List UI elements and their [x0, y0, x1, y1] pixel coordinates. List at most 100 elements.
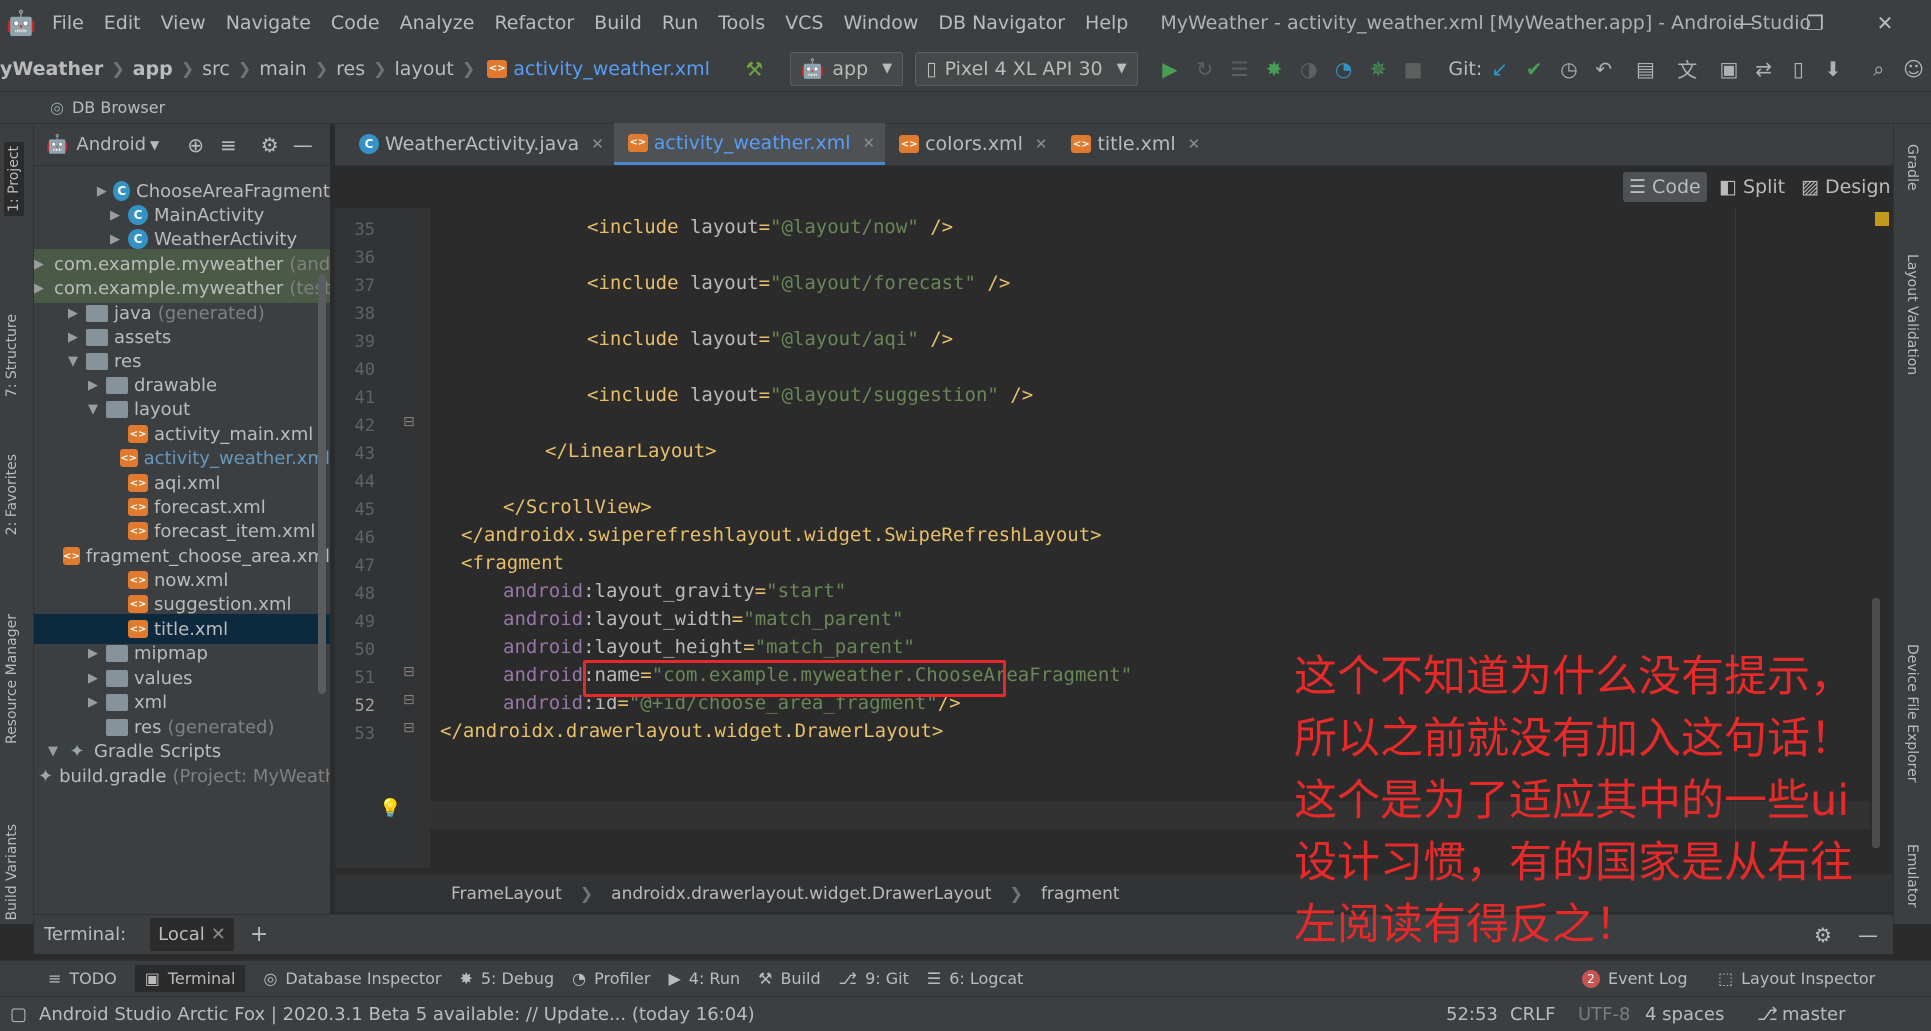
tool-tab-database-inspector[interactable]: ◎ Database Inspector	[263, 969, 441, 988]
profile-icon[interactable]: ◔	[1329, 53, 1358, 85]
minimize-button[interactable]: —	[1715, 0, 1775, 46]
git-commit-icon[interactable]: ✔	[1520, 53, 1549, 85]
expanded-arrow-icon[interactable]: ▼	[44, 744, 62, 759]
editor-tab[interactable]: <> colors.xml ✕	[885, 123, 1057, 165]
run-config-select[interactable]: 🤖 app ▼	[789, 51, 904, 86]
build-variants-tool-tab[interactable]: Build Variants	[4, 824, 20, 921]
tool-tab-terminal[interactable]: ▣ Terminal	[134, 965, 246, 992]
menu-window[interactable]: Window	[833, 12, 928, 34]
caret-position[interactable]: 52:53	[1446, 1004, 1498, 1025]
fold-icon[interactable]: ⊟	[403, 664, 415, 680]
layout-validation-tool-tab[interactable]: Layout Validation	[1904, 254, 1920, 375]
collapsed-arrow-icon[interactable]: ▶	[84, 671, 102, 686]
collapsed-arrow-icon[interactable]: ▶	[84, 646, 102, 661]
tool-tab--run[interactable]: ▶ 4: Run	[668, 969, 740, 988]
event-log-button[interactable]: 2 Event Log	[1582, 969, 1688, 988]
code-line[interactable]: <fragment	[461, 552, 564, 580]
nav-crumb[interactable]: yWeather	[0, 58, 103, 80]
code-line[interactable]: android:layout_gravity="start"	[503, 580, 846, 608]
menu-vcs[interactable]: VCS	[775, 12, 833, 34]
close-icon[interactable]: ✕	[1035, 135, 1048, 153]
line-separator[interactable]: CRLF	[1510, 1004, 1555, 1025]
close-icon[interactable]: ✕	[211, 924, 226, 945]
gear-icon[interactable]: ⚙	[261, 133, 279, 157]
user-icon[interactable]: ☺	[1899, 53, 1928, 85]
code-line[interactable]: <include layout="@layout/aqi" />	[587, 328, 953, 356]
collapsed-arrow-icon[interactable]: ▶	[106, 232, 124, 247]
coverage-icon[interactable]: ◑	[1295, 53, 1324, 85]
collapsed-arrow-icon[interactable]: ▶	[94, 184, 109, 199]
file-encoding[interactable]: UTF-8	[1578, 1004, 1630, 1025]
code-line[interactable]: </androidx.swiperefreshlayout.widget.Swi…	[461, 524, 1102, 552]
attach-debugger-icon[interactable]: ✵	[1364, 53, 1393, 85]
close-icon[interactable]: ✕	[591, 135, 604, 153]
collapsed-arrow-icon[interactable]: ▶	[106, 208, 124, 223]
nav-crumb[interactable]: layout	[395, 58, 454, 80]
menu-run[interactable]: Run	[652, 12, 708, 34]
menu-build[interactable]: Build	[584, 12, 652, 34]
add-terminal-icon[interactable]: +	[250, 922, 268, 947]
code-line[interactable]: android:layout_width="match_parent"	[503, 608, 903, 636]
project-view-select[interactable]: Android	[76, 134, 146, 155]
editor-tab[interactable]: <> title.xml ✕	[1057, 123, 1210, 165]
hide-tool-windows-icon[interactable]: ▢	[10, 1004, 27, 1025]
search-icon[interactable]: ⌕	[1864, 53, 1893, 85]
resource-manager-tool-tab[interactable]: Resource Manager	[4, 614, 20, 744]
code-line[interactable]: <include layout="@layout/now" />	[587, 216, 953, 244]
tool-tab--debug[interactable]: ✸ 5: Debug	[459, 969, 554, 988]
project-scrollbar[interactable]	[318, 274, 326, 694]
close-window-button[interactable]: ✕	[1855, 0, 1915, 46]
project-tool-tab[interactable]: 1: Project	[4, 142, 24, 216]
status-message[interactable]: Android Studio Arctic Fox | 2020.3.1 Bet…	[39, 1004, 755, 1025]
menu-analyze[interactable]: Analyze	[390, 12, 485, 34]
tool-tab-build[interactable]: ⚒ Build	[758, 969, 821, 988]
sdk-manager-icon[interactable]: ▣	[1715, 53, 1744, 85]
close-icon[interactable]: ✕	[1188, 135, 1201, 153]
collapsed-arrow-icon[interactable]: ▶	[64, 306, 82, 321]
expanded-arrow-icon[interactable]: ▼	[84, 402, 102, 417]
menu-db-navigator[interactable]: DB Navigator	[928, 12, 1075, 34]
gradle-tool-tab[interactable]: Gradle	[1904, 144, 1920, 191]
structure-crumb[interactable]: androidx.drawerlayout.widget.DrawerLayou…	[611, 884, 991, 904]
nav-crumb[interactable]: main	[259, 58, 306, 80]
code-line[interactable]: </androidx.drawerlayout.widget.DrawerLay…	[440, 720, 943, 748]
nav-crumb[interactable]: src	[202, 58, 230, 80]
collapsed-arrow-icon[interactable]: ▶	[84, 378, 102, 393]
structure-tool-tab[interactable]: 7: Structure	[4, 314, 20, 397]
hammer-icon[interactable]: ⚒	[740, 53, 769, 85]
code-line[interactable]: <include layout="@layout/suggestion" />	[587, 384, 1033, 412]
code-line[interactable]: </LinearLayout>	[545, 440, 717, 468]
apply-changes-icon[interactable]: ↻	[1190, 53, 1219, 85]
expanded-arrow-icon[interactable]: ▼	[64, 354, 82, 369]
code-line[interactable]: <include layout="@layout/forecast" />	[587, 272, 1010, 300]
menu-navigate[interactable]: Navigate	[216, 12, 321, 34]
menu-view[interactable]: View	[151, 12, 216, 34]
nav-crumb[interactable]: app	[133, 58, 173, 80]
code-view-button[interactable]: ☰ Code	[1623, 172, 1707, 202]
structure-crumb[interactable]: fragment	[1041, 884, 1120, 904]
fold-icon[interactable]: ⊟	[403, 414, 415, 430]
translate-icon[interactable]: 文	[1673, 53, 1702, 85]
close-icon[interactable]: ✕	[863, 134, 876, 152]
git-update-icon[interactable]: ↙	[1485, 53, 1514, 85]
collapse-all-icon[interactable]: ≡	[220, 133, 237, 157]
menu-code[interactable]: Code	[321, 12, 390, 34]
editor-tab[interactable]: C WeatherActivity.java ✕	[345, 123, 614, 165]
nav-crumb[interactable]: res	[336, 58, 365, 80]
tool-tab-todo[interactable]: ≡ TODO	[48, 969, 117, 988]
device-select[interactable]: ▯ Pixel 4 XL API 30 ▼	[915, 51, 1138, 86]
locate-icon[interactable]: ⊕	[187, 133, 204, 157]
project-structure-icon[interactable]: ▤	[1631, 53, 1660, 85]
tool-tab--logcat[interactable]: ☰ 6: Logcat	[927, 969, 1023, 988]
structure-crumb[interactable]: FrameLayout	[451, 884, 562, 904]
editor-tab[interactable]: <> activity_weather.xml ✕	[613, 123, 886, 165]
collapsed-arrow-icon[interactable]: ▶	[34, 257, 44, 272]
git-rollback-icon[interactable]: ↶	[1589, 53, 1618, 85]
hide-panel-icon[interactable]: —	[293, 133, 313, 157]
run-icon[interactable]: ▶	[1156, 53, 1185, 85]
favorites-tool-tab[interactable]: 2: Favorites	[4, 454, 20, 535]
sync-gradle-icon[interactable]: ⇄	[1749, 53, 1778, 85]
maximize-button[interactable]: ❐	[1785, 0, 1845, 46]
menu-file[interactable]: File	[42, 12, 94, 34]
code-line[interactable]: </ScrollView>	[503, 496, 652, 524]
